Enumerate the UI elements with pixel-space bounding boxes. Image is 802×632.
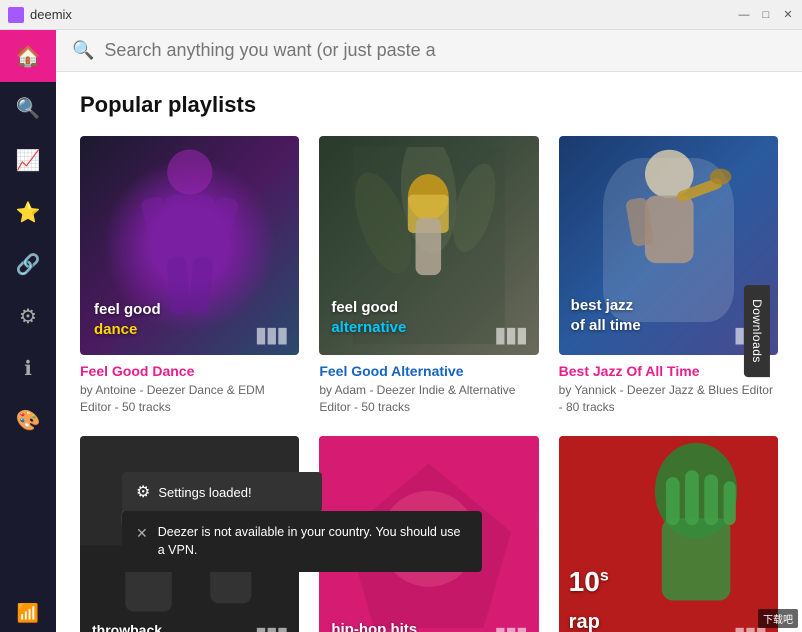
search-input[interactable] [104,40,786,61]
playlist-meta-alt: by Adam - Deezer Indie & Alternative Edi… [319,382,538,416]
downloads-tab[interactable]: Downloads [744,285,770,377]
playlist-meta-jazz: by Yannick - Deezer Jazz & Blues Editor … [559,382,778,416]
playlist-meta-dance: by Antoine - Deezer Dance & EDM Editor -… [80,382,299,416]
sidebar-item-trending[interactable]: 📈 [0,134,56,186]
playlist-name-dance: Feel Good Dance [80,363,299,379]
playlist-card-rap[interactable]: 10srap ▊▊▊ 10s Rap [559,436,778,632]
sidebar-item-theme[interactable]: 🎨 [0,394,56,446]
search-bar: 🔍 [56,30,802,72]
app-body: 🏠 🔍 📈 ⭐ 🔗 ⚙ ℹ 🎨 📶 🔍 [0,30,802,632]
toast-close-button[interactable]: ✕ [136,523,148,544]
app-logo: deemix [8,7,72,23]
maximize-button[interactable]: □ [760,9,772,21]
wifi-icon: 📶 [17,603,39,623]
theme-icon: 🎨 [16,408,41,433]
sidebar-item-settings[interactable]: ⚙ [0,290,56,342]
home-icon: 🏠 [16,44,41,69]
app-logo-icon [8,7,24,23]
info-icon: ℹ [24,356,32,381]
sidebar-item-link[interactable]: 🔗 [0,238,56,290]
link-icon: 🔗 [16,252,41,277]
toast-settings: ⚙ Settings loaded! [122,472,322,512]
close-button[interactable]: ✕ [782,9,794,21]
playlist-name-alt: Feel Good Alternative [319,363,538,379]
sidebar-item-home[interactable]: 🏠 [0,30,56,82]
search-icon: 🔍 [72,40,94,61]
star-icon: ⭐ [16,200,41,225]
playlist-thumbnail-dance: feel gooddance ▊▊▊ [80,136,299,355]
toast-error-message: Deezer is not available in your country.… [158,523,468,561]
bars-icon-alt: ▊▊▊ [496,328,528,345]
sidebar-item-search[interactable]: 🔍 [0,82,56,134]
bars-icon-throwback: ▊▊▊ [257,628,289,632]
sidebar-item-info[interactable]: ℹ [0,342,56,394]
playlist-card-feel-good-alternative[interactable]: feel goodalternative ▊▊▊ Feel Good Alter… [319,136,538,416]
search-nav-icon: 🔍 [16,96,41,121]
playlist-thumbnail-alt: feel goodalternative ▊▊▊ [319,136,538,355]
toast-settings-message: Settings loaded! [158,485,251,500]
bars-icon-hiphop: ▊▊▊ [496,628,528,632]
sidebar: 🏠 🔍 📈 ⭐ 🔗 ⚙ ℹ 🎨 📶 [0,30,56,632]
toast-error: ✕ Deezer is not available in your countr… [122,511,482,573]
bars-icon-rap: ▊▊▊ [736,628,768,632]
app-title: deemix [30,7,72,22]
trending-icon: 📈 [16,148,41,173]
sidebar-bottom: 📶 [17,603,39,624]
titlebar: deemix — □ ✕ [0,0,802,30]
window-controls: — □ ✕ [738,9,794,21]
bars-icon-dance: ▊▊▊ [257,328,289,345]
minimize-button[interactable]: — [738,9,750,21]
section-title: Popular playlists [80,92,778,118]
overlay-text-rap: 10srap [569,564,770,632]
playlist-thumbnail-rap: 10srap ▊▊▊ [559,436,778,632]
sidebar-item-favorites[interactable]: ⭐ [0,186,56,238]
watermark: 下载吧 [758,609,798,628]
gear-toast-icon: ⚙ [136,482,150,502]
right-panel: 🔍 Popular playlists [56,30,802,632]
playlist-card-feel-good-dance[interactable]: feel gooddance ▊▊▊ Feel Good Dance by An… [80,136,299,416]
gear-nav-icon: ⚙ [19,304,37,329]
